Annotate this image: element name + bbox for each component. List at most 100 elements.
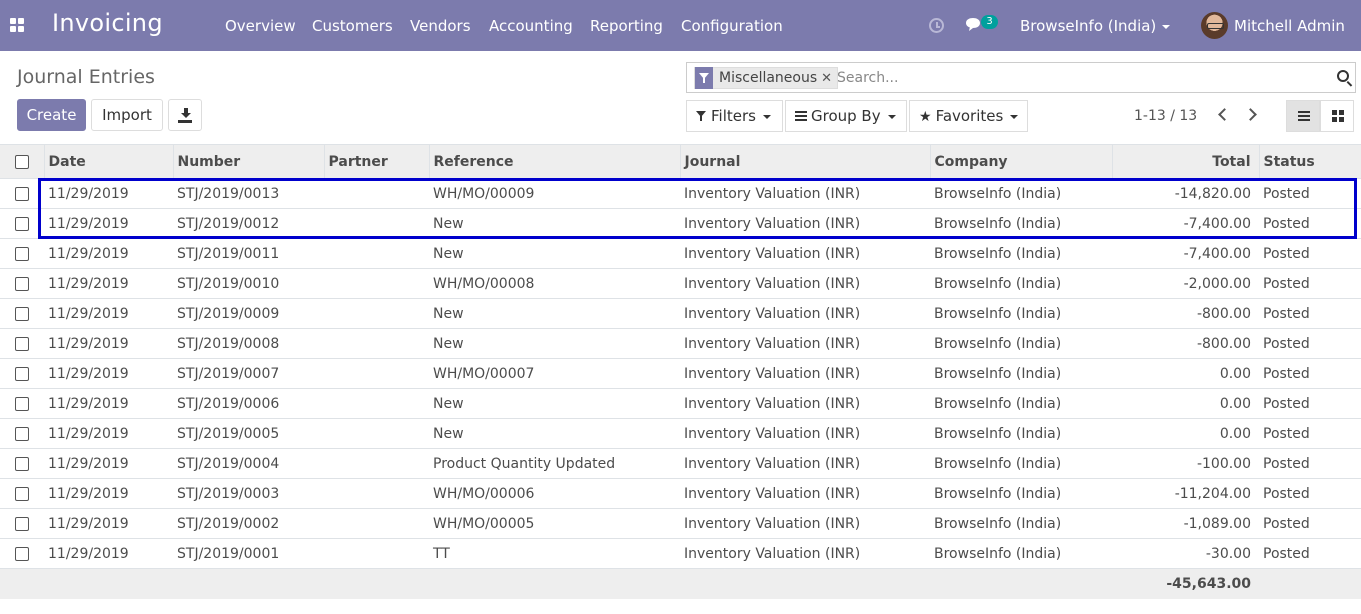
cell-partner [324, 509, 429, 539]
grand-total: -45,643.00 [1166, 575, 1251, 592]
cell-number: STJ/2019/0013 [177, 185, 280, 202]
remove-facet-icon[interactable]: ✕ [821, 71, 832, 86]
table-row[interactable]: 11/29/2019 STJ/2019/0002 WH/MO/00005 Invent… [0, 508, 1361, 539]
kanban-view-button[interactable] [1320, 100, 1354, 132]
cell-number: STJ/2019/0004 [177, 455, 280, 472]
menu-customers[interactable]: Customers [312, 17, 393, 35]
chat-count-badge: 3 [981, 15, 998, 29]
list-view-button[interactable] [1286, 100, 1320, 132]
search-box[interactable]: Miscellaneous ✕ [686, 62, 1356, 93]
row-select-cell [0, 539, 44, 569]
cell-company: BrowseInfo (India) [934, 515, 1062, 532]
menu-vendors[interactable]: Vendors [410, 17, 471, 35]
row-checkbox[interactable] [15, 246, 29, 261]
row-checkbox[interactable] [15, 516, 29, 531]
column-header-status[interactable]: Status [1258, 144, 1361, 179]
cell-date: 11/29/2019 [48, 275, 129, 292]
company-switcher[interactable]: BrowseInfo (India) [1020, 17, 1171, 35]
menu-configuration[interactable]: Configuration [681, 17, 783, 35]
table-row[interactable]: 11/29/2019 STJ/2019/0012 New Inventory Valu… [0, 208, 1361, 239]
groupby-dropdown[interactable]: Group By [785, 100, 907, 132]
chevron-down-icon [1010, 114, 1019, 119]
select-all-cell [0, 144, 44, 179]
cell-date: 11/29/2019 [48, 185, 129, 202]
row-select-cell [0, 509, 44, 539]
row-checkbox[interactable] [15, 306, 29, 321]
menu-accounting[interactable]: Accounting [489, 17, 573, 35]
column-header-company[interactable]: Company [929, 144, 1112, 179]
cell-number: STJ/2019/0001 [177, 545, 280, 562]
table-row[interactable]: 11/29/2019 STJ/2019/0013 WH/MO/00009 Invent… [0, 178, 1361, 209]
row-select-cell [0, 479, 44, 509]
user-menu[interactable]: Mitchell Admin [1234, 17, 1345, 35]
table-row[interactable]: 11/29/2019 STJ/2019/0005 New Inventory Valu… [0, 418, 1361, 449]
menu-overview[interactable]: Overview [225, 17, 296, 35]
cell-date: 11/29/2019 [48, 395, 129, 412]
row-checkbox[interactable] [15, 216, 29, 231]
cell-status: Posted [1263, 515, 1310, 532]
cell-status: Posted [1263, 245, 1310, 262]
table-row[interactable]: 11/29/2019 STJ/2019/0001 TT Inventory Valua… [0, 538, 1361, 569]
cell-reference: New [433, 395, 464, 412]
activity-clock-icon[interactable] [929, 18, 944, 33]
column-header-date[interactable]: Date [43, 144, 173, 179]
column-header-total[interactable]: Total [1111, 144, 1259, 179]
table-row[interactable]: 11/29/2019 STJ/2019/0010 WH/MO/00008 Invent… [0, 268, 1361, 299]
row-checkbox[interactable] [15, 186, 29, 201]
select-all-checkbox[interactable] [14, 154, 29, 169]
cell-number: STJ/2019/0005 [177, 425, 280, 442]
column-header-number[interactable]: Number [172, 144, 324, 179]
pager-next-icon[interactable] [1244, 108, 1257, 121]
kanban-icon [1332, 110, 1344, 122]
export-button[interactable] [168, 99, 202, 131]
menu-reporting[interactable]: Reporting [590, 17, 663, 35]
row-checkbox[interactable] [15, 546, 29, 561]
cell-total: -100.00 [1196, 455, 1251, 472]
row-checkbox[interactable] [15, 396, 29, 411]
row-select-cell [0, 209, 44, 239]
favorites-dropdown[interactable]: ★ Favorites [909, 100, 1028, 132]
cell-partner [324, 539, 429, 569]
cell-total: -7,400.00 [1183, 245, 1251, 262]
column-header-partner[interactable]: Partner [323, 144, 429, 179]
row-checkbox[interactable] [15, 456, 29, 471]
pager-value[interactable]: 1-13 / 13 [1134, 108, 1197, 124]
column-header-journal[interactable]: Journal [679, 144, 930, 179]
row-checkbox[interactable] [15, 276, 29, 291]
cell-journal: Inventory Valuation (INR) [684, 395, 861, 412]
top-navbar: Invoicing Overview Customers Vendors Acc… [0, 0, 1361, 51]
cell-number: STJ/2019/0002 [177, 515, 280, 532]
search-input[interactable] [837, 68, 1317, 88]
cell-company: BrowseInfo (India) [934, 365, 1062, 382]
cell-total: -11,204.00 [1174, 485, 1251, 502]
table-row[interactable]: 11/29/2019 STJ/2019/0009 New Inventory Valu… [0, 298, 1361, 329]
table-row[interactable]: 11/29/2019 STJ/2019/0011 New Inventory Valu… [0, 238, 1361, 269]
pager-previous-icon[interactable] [1218, 108, 1231, 121]
row-checkbox[interactable] [15, 486, 29, 501]
table-row[interactable]: 11/29/2019 STJ/2019/0007 WH/MO/00007 Invent… [0, 358, 1361, 389]
row-checkbox[interactable] [15, 336, 29, 351]
table-row[interactable]: 11/29/2019 STJ/2019/0006 New Inventory Valu… [0, 388, 1361, 419]
cell-reference: WH/MO/00006 [433, 485, 535, 502]
filters-dropdown[interactable]: Filters [686, 100, 783, 132]
cell-journal: Inventory Valuation (INR) [684, 365, 861, 382]
cell-reference: New [433, 245, 464, 262]
apps-menu-icon[interactable] [10, 18, 24, 32]
chat-icon[interactable] [965, 17, 982, 32]
cell-number: STJ/2019/0008 [177, 335, 280, 352]
row-checkbox[interactable] [15, 366, 29, 381]
import-button[interactable]: Import [91, 99, 163, 131]
table-row[interactable]: 11/29/2019 STJ/2019/0003 WH/MO/00006 Invent… [0, 478, 1361, 509]
cell-status: Posted [1263, 395, 1310, 412]
breadcrumb-title: Journal Entries [17, 66, 155, 88]
table-row[interactable]: 11/29/2019 STJ/2019/0004 Product Quantity … [0, 448, 1361, 479]
row-checkbox[interactable] [15, 426, 29, 441]
user-avatar[interactable] [1201, 12, 1228, 39]
cell-date: 11/29/2019 [48, 545, 129, 562]
column-header-reference[interactable]: Reference [428, 144, 680, 179]
cell-total: 0.00 [1219, 395, 1251, 412]
search-icon[interactable] [1337, 70, 1349, 82]
create-button[interactable]: Create [17, 99, 86, 131]
table-row[interactable]: 11/29/2019 STJ/2019/0008 New Inventory Valu… [0, 328, 1361, 359]
cell-status: Posted [1263, 365, 1310, 382]
